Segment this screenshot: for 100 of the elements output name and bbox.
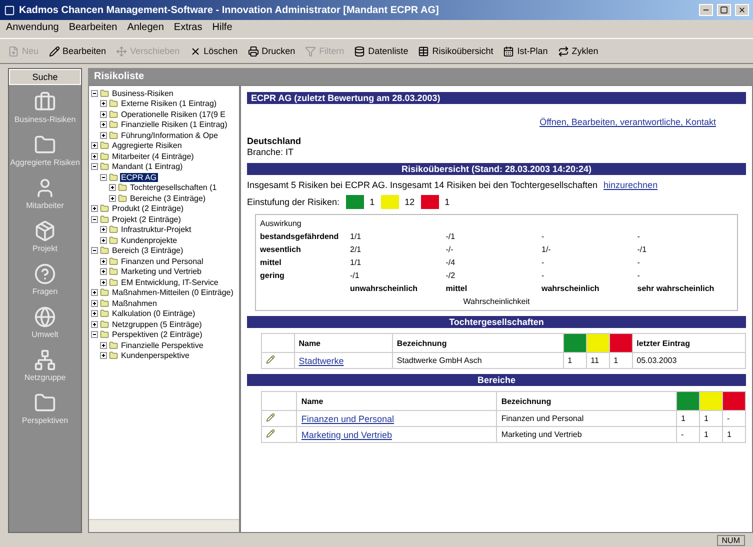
toolbar-button[interactable]: Zyklen [556,46,600,56]
column-header: Bezeichnung [392,334,564,352]
menu-item[interactable]: Anlegen [127,22,164,36]
table-icon [418,46,430,56]
maximize-button[interactable] [717,4,731,16]
tree-item[interactable]: Netzgruppen (5 Einträge) [111,320,203,329]
tree-item[interactable]: Maßnahmen-Mitteilen (0 Einträge) [111,288,234,298]
tree-item[interactable]: Kundenprojekte [120,236,178,245]
folder-icon [100,162,109,172]
expand-icon[interactable] [100,268,107,276]
pencil-icon[interactable] [266,355,275,364]
table-cell: 1 [700,410,722,426]
minimize-button[interactable] [699,4,713,16]
table-cell: 1 [676,410,700,426]
tree-item[interactable]: Kalkulation (0 Einträge) [111,309,196,318]
color-header [700,392,722,410]
collapse-icon[interactable] [91,331,98,338]
briefcase-icon [34,91,56,113]
expand-icon[interactable] [91,289,98,296]
tree-item[interactable]: Externe Risiken (1 Eintrag) [120,99,218,108]
expand-icon[interactable] [100,278,107,286]
tree-item[interactable]: Produkt (2 Einträge) [111,204,185,214]
tree-item[interactable]: Infrastruktur-Projekt [120,225,192,234]
expand-icon[interactable] [91,152,98,160]
link[interactable]: Öffnen, Bearbeiten, verantwortliche, Kontakt [540,117,716,127]
tree-item[interactable]: EM Entwicklung, IT-Service [120,278,220,287]
tree-item[interactable]: Mandant (1 Eintrag) [111,162,184,172]
expand-icon[interactable] [109,184,116,192]
matrix-cell-text: 1/1 [350,232,362,241]
toolbar-button[interactable]: Drucken [246,46,298,56]
collapse-icon[interactable] [91,216,98,223]
expand-icon[interactable] [100,100,107,108]
toolbar-button[interactable]: Datenliste [352,46,410,56]
rating-count: 1 [370,197,375,207]
expand-icon[interactable] [100,258,107,265]
tree-item[interactable]: Finanzielle Risiken (1 Eintrag) [120,120,228,130]
expand-icon[interactable] [100,352,107,360]
folder-icon [100,309,109,318]
tree-item[interactable]: Tochtergesellschaften (1 [129,183,218,192]
table-cell: Finanzen und Personal [496,410,676,426]
toolbar-button[interactable]: Bearbeiten [46,46,108,56]
expand-icon[interactable] [100,132,107,139]
matrix-cell-text: -/2 [446,271,456,280]
expand-icon[interactable] [109,194,116,202]
expand-icon[interactable] [100,236,107,244]
tree-item[interactable]: Business-Risiken [111,88,174,98]
row-label: mittel [260,258,282,267]
expand-icon[interactable] [91,142,98,150]
expand-icon[interactable] [91,205,98,212]
collapse-icon[interactable] [91,247,98,254]
tree-item[interactable]: Finanzielle Perspektive [120,340,204,350]
menu-item[interactable]: Hilfe [212,22,232,36]
color-header [563,334,586,352]
tree-item[interactable]: ECPR AG [120,172,158,182]
tree-item[interactable]: Führung/Information & Ope [120,130,219,140]
tree-item[interactable]: Mitarbeiter (4 Einträge) [111,152,195,161]
tree-item[interactable]: Finanzen und Personal [120,256,204,266]
link[interactable]: Marketing und Vertrieb [301,430,392,440]
menu-item[interactable]: Extras [174,22,202,36]
folder-icon [100,246,109,256]
expand-icon[interactable] [91,310,98,318]
pencil-icon[interactable] [266,413,275,422]
link[interactable]: hinzurechnen [604,180,658,190]
tree-item[interactable]: Bereich (3 Einträge) [111,246,184,256]
expand-icon[interactable] [100,121,107,128]
menu-item[interactable]: Bearbeiten [68,22,118,36]
folder-icon [109,236,118,245]
matrix-cell-text: - [637,232,641,241]
tree-item[interactable]: Maßnahmen [111,298,158,308]
collapse-icon[interactable] [91,90,98,97]
scrollbar[interactable] [89,519,239,532]
expand-icon[interactable] [91,320,98,328]
expand-icon[interactable] [100,342,107,349]
toolbar-button[interactable]: Risikoübersicht [416,46,496,56]
table-cell: Marketing und Vertrieb [496,426,676,442]
toolbar-button[interactable]: Löschen [188,46,240,56]
folder-icon [109,110,118,119]
row-label: wesentlich [260,245,302,254]
link[interactable]: Stadtwerke [298,356,344,366]
close-button[interactable] [735,4,749,16]
expand-icon[interactable] [91,300,98,307]
section-header: Bereiche [247,374,746,386]
link[interactable]: Finanzen und Personal [301,414,394,424]
tree-item[interactable]: Bereiche (3 Einträge) [129,194,207,203]
folder-icon [118,194,127,203]
toolbar-button[interactable]: Ist-Plan [501,46,550,56]
tree-item[interactable]: Kundenperspektive [120,351,190,360]
menu-item[interactable]: Anwendung [6,22,59,36]
tree-item[interactable]: Aggregierte Risiken [111,141,183,150]
tree-item[interactable]: Operationelle Risiken (17(9 E [120,110,226,119]
tree-item[interactable]: Perspektiven (2 Einträge) [111,330,204,340]
column-header: Bezeichnung [496,392,676,410]
expand-icon[interactable] [100,226,107,234]
tree-item[interactable]: Projekt (2 Einträge) [111,214,182,224]
collapse-icon[interactable] [91,163,98,170]
pencil-icon[interactable] [266,429,275,438]
collapse-icon[interactable] [100,174,107,181]
expand-icon[interactable] [100,110,107,118]
matrix-cell-text: - [542,271,546,280]
tree-item[interactable]: Marketing und Vertrieb [120,267,202,276]
